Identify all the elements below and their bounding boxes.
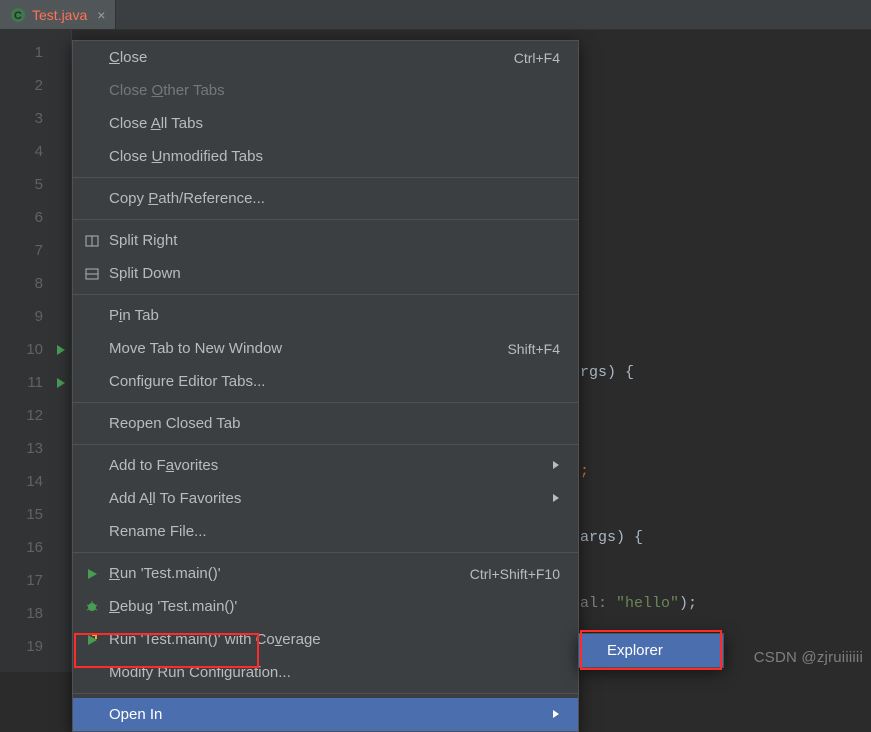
gutter: 12345678910111213141516171819 (0, 30, 72, 672)
gutter-line[interactable]: 15 (0, 498, 71, 531)
menu-item[interactable]: Run 'Test.main()' with Coverage (73, 623, 578, 656)
menu-item[interactable]: Open In (73, 698, 578, 731)
gutter-line[interactable]: 11 (0, 366, 71, 399)
menu-item[interactable]: Modify Run Configuration... (73, 656, 578, 689)
submenu-arrow-icon (552, 706, 560, 723)
gutter-line[interactable]: 13 (0, 432, 71, 465)
run-icon (81, 567, 103, 581)
menu-item: Close Other Tabs (73, 74, 578, 107)
submenu-arrow-icon (552, 490, 560, 507)
gutter-line[interactable]: 12 (0, 399, 71, 432)
submenu-arrow-icon (552, 457, 560, 474)
menu-label: Run 'Test.main()' with Coverage (109, 631, 560, 648)
submenu-label: Explorer (607, 642, 705, 659)
menu-item[interactable]: Split Right (73, 224, 578, 257)
menu-item[interactable]: Configure Editor Tabs... (73, 365, 578, 398)
gutter-line[interactable]: 19 (0, 630, 71, 663)
menu-item[interactable]: Split Down (73, 257, 578, 290)
menu-item[interactable]: Debug 'Test.main()' (73, 590, 578, 623)
menu-separator (73, 402, 578, 403)
menu-label: Modify Run Configuration... (109, 664, 560, 681)
menu-label: Pin Tab (109, 307, 560, 324)
split-right-icon (81, 234, 103, 248)
debug-icon (81, 600, 103, 614)
context-menu: CloseCtrl+F4 Close Other Tabs Close All Ta… (72, 40, 579, 732)
code-text: rgs) { (580, 364, 634, 381)
gutter-line[interactable]: 2 (0, 69, 71, 102)
menu-item[interactable]: Copy Path/Reference... (73, 182, 578, 215)
close-icon[interactable]: × (97, 7, 105, 23)
submenu-item[interactable]: Explorer (579, 634, 723, 667)
menu-label: Add to Favorites (109, 457, 542, 474)
menu-item[interactable]: Add to Favorites (73, 449, 578, 482)
menu-label: Rename File... (109, 523, 560, 540)
gutter-line[interactable]: 3 (0, 102, 71, 135)
code-text: ); (679, 595, 697, 612)
menu-separator (73, 177, 578, 178)
gutter-line[interactable]: 14 (0, 465, 71, 498)
menu-item[interactable]: Run 'Test.main()'Ctrl+Shift+F10 (73, 557, 578, 590)
coverage-icon (81, 633, 103, 647)
code-fragment: rgs) { (580, 364, 634, 381)
menu-item[interactable]: Reopen Closed Tab (73, 407, 578, 440)
gutter-line[interactable]: 6 (0, 201, 71, 234)
menu-shortcut: Shift+F4 (507, 341, 560, 357)
menu-item[interactable]: Add All To Favorites (73, 482, 578, 515)
gutter-line[interactable]: 5 (0, 168, 71, 201)
gutter-line[interactable]: 10 (0, 333, 71, 366)
menu-label: Copy Path/Reference... (109, 190, 560, 207)
watermark: CSDN @zjruiiiiii (754, 649, 863, 666)
gutter-line[interactable]: 7 (0, 234, 71, 267)
menu-item[interactable]: Pin Tab (73, 299, 578, 332)
code-fragment: ; (580, 463, 589, 480)
gutter-line[interactable]: 9 (0, 300, 71, 333)
menu-item[interactable]: Move Tab to New WindowShift+F4 (73, 332, 578, 365)
menu-label: Run 'Test.main()' (109, 565, 470, 582)
tab-bar: C Test.java × (0, 0, 871, 30)
gutter-line[interactable]: 17 (0, 564, 71, 597)
editor-tab[interactable]: C Test.java × (0, 0, 116, 29)
menu-label: Debug 'Test.main()' (109, 598, 560, 615)
menu-label: Close Unmodified Tabs (109, 148, 560, 165)
submenu-open-in: Explorer (578, 633, 724, 668)
tab-title: Test.java (32, 7, 87, 23)
svg-text:C: C (14, 10, 22, 22)
split-down-icon (81, 267, 103, 281)
menu-label: Move Tab to New Window (109, 340, 507, 357)
menu-separator (73, 444, 578, 445)
menu-label: Configure Editor Tabs... (109, 373, 560, 390)
menu-label: Add All To Favorites (109, 490, 542, 507)
gutter-line[interactable]: 18 (0, 597, 71, 630)
menu-label: Close (109, 49, 514, 66)
menu-label: Split Right (109, 232, 560, 249)
menu-label: Split Down (109, 265, 560, 282)
code-fragment: al: "hello"); (580, 595, 697, 612)
menu-separator (73, 693, 578, 694)
menu-label: Open In (109, 706, 542, 723)
gutter-line[interactable]: 1 (0, 36, 71, 69)
menu-label: Reopen Closed Tab (109, 415, 560, 432)
gutter-line[interactable]: 4 (0, 135, 71, 168)
code-text: al: (580, 595, 616, 612)
menu-item[interactable]: Rename File... (73, 515, 578, 548)
menu-separator (73, 552, 578, 553)
code-text: "hello" (616, 595, 679, 612)
menu-item[interactable]: CloseCtrl+F4 (73, 41, 578, 74)
menu-label: Close All Tabs (109, 115, 560, 132)
menu-separator (73, 294, 578, 295)
menu-shortcut: Ctrl+F4 (514, 50, 560, 66)
menu-item[interactable]: Close Unmodified Tabs (73, 140, 578, 173)
menu-separator (73, 219, 578, 220)
menu-label: Close Other Tabs (109, 82, 560, 99)
code-fragment: args) { (580, 529, 643, 546)
gutter-line[interactable]: 8 (0, 267, 71, 300)
java-class-icon: C (10, 7, 26, 23)
gutter-line[interactable]: 16 (0, 531, 71, 564)
menu-item[interactable]: Close All Tabs (73, 107, 578, 140)
menu-shortcut: Ctrl+Shift+F10 (470, 566, 560, 582)
